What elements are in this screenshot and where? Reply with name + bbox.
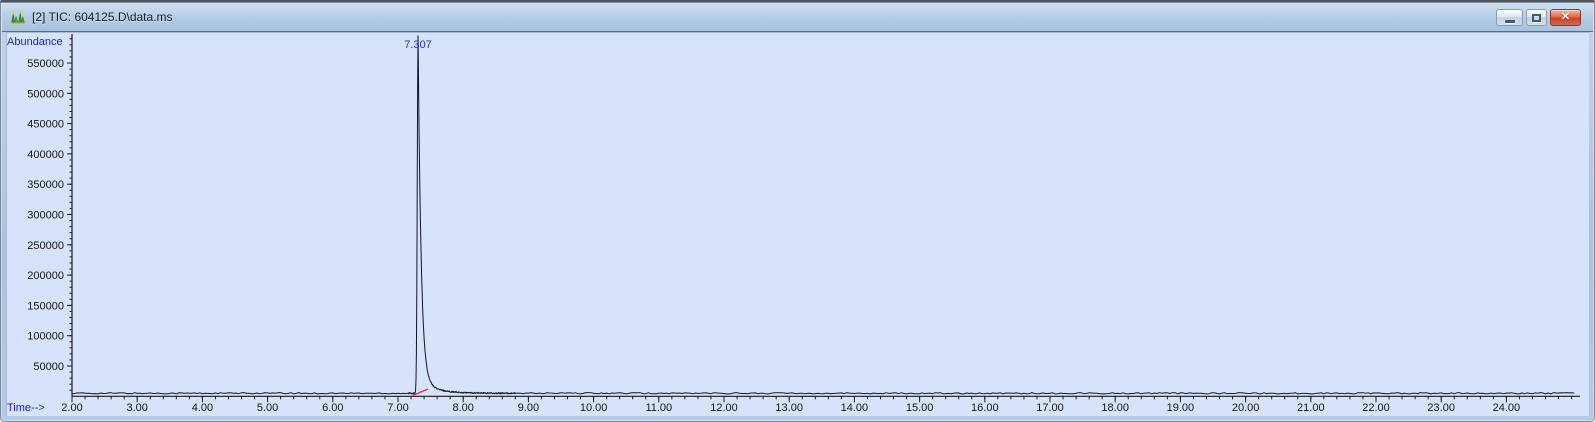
- x-tick-label: 12.00: [710, 402, 738, 414]
- maximize-icon: [1532, 14, 1541, 22]
- titlebar[interactable]: [2] TIC: 604125.D\data.ms ✕: [2, 3, 1593, 32]
- y-tick-label: 150000: [27, 300, 64, 312]
- x-tick-label: 21.00: [1297, 402, 1325, 414]
- y-tick-label: 350000: [27, 179, 64, 191]
- x-tick-label: 8.00: [452, 402, 473, 414]
- tic-trace: [72, 36, 1574, 394]
- y-tick-label: 400000: [27, 149, 64, 161]
- close-icon: ✕: [1561, 12, 1570, 23]
- x-tick-label: 6.00: [322, 402, 343, 414]
- x-tick-label: 2.00: [61, 402, 82, 414]
- x-tick-label: 18.00: [1101, 402, 1129, 414]
- x-tick-label: 9.00: [518, 402, 539, 414]
- chromatogram-plot[interactable]: 2.00 3.00 4.00 5.00 6.00 7.00 8.00 9.00 10.00 11.…: [6, 32, 1589, 416]
- y-tick-label: 200000: [27, 270, 64, 282]
- x-axis-caption: Time-->: [7, 402, 45, 414]
- tic-chromatogram-window: [2] TIC: 604125.D\data.ms ✕ 2.00 3.00 4.00…: [0, 0, 1595, 422]
- chromatogram-peaks-icon: [10, 9, 26, 25]
- minimize-button[interactable]: [1496, 9, 1523, 26]
- x-tick-label: 4.00: [192, 402, 213, 414]
- x-tick-label: 11.00: [645, 402, 672, 414]
- close-button[interactable]: ✕: [1550, 9, 1581, 26]
- peak-label: 7.307: [404, 39, 432, 51]
- y-tick-label: 450000: [27, 119, 64, 131]
- y-tick-label: 50000: [33, 361, 64, 373]
- y-tick-label: 250000: [27, 240, 64, 252]
- y-tick-label: 100000: [27, 331, 64, 343]
- minimize-icon: [1505, 20, 1515, 23]
- x-tick-label: 16.00: [971, 402, 999, 414]
- y-axis-caption: Abundance: [7, 36, 63, 48]
- x-tick-label: 19.00: [1167, 402, 1195, 414]
- x-tick-label: 15.00: [906, 402, 934, 414]
- x-tick-label: 3.00: [126, 402, 147, 414]
- x-tick-label: 5.00: [257, 402, 278, 414]
- x-tick-label: 17.00: [1036, 402, 1064, 414]
- x-tick-label: 22.00: [1362, 402, 1390, 414]
- x-tick-label: 7.00: [387, 402, 408, 414]
- window-title: [2] TIC: 604125.D\data.ms: [32, 10, 173, 24]
- x-tick-label: 10.00: [580, 402, 608, 414]
- x-tick-label: 23.00: [1427, 402, 1455, 414]
- x-tick-label: 20.00: [1232, 402, 1260, 414]
- y-tick-label: 300000: [27, 210, 64, 222]
- maximize-button[interactable]: [1526, 9, 1547, 26]
- chromatogram-svg[interactable]: 2.00 3.00 4.00 5.00 6.00 7.00 8.00 9.00 10.00 11.…: [6, 32, 1589, 416]
- y-tick-label: 500000: [27, 88, 64, 100]
- x-tick-label: 24.00: [1493, 402, 1521, 414]
- x-tick-label: 13.00: [775, 402, 803, 414]
- window-controls: ✕: [1496, 9, 1581, 26]
- y-tick-label: 550000: [27, 58, 64, 70]
- x-tick-label: 14.00: [841, 402, 869, 414]
